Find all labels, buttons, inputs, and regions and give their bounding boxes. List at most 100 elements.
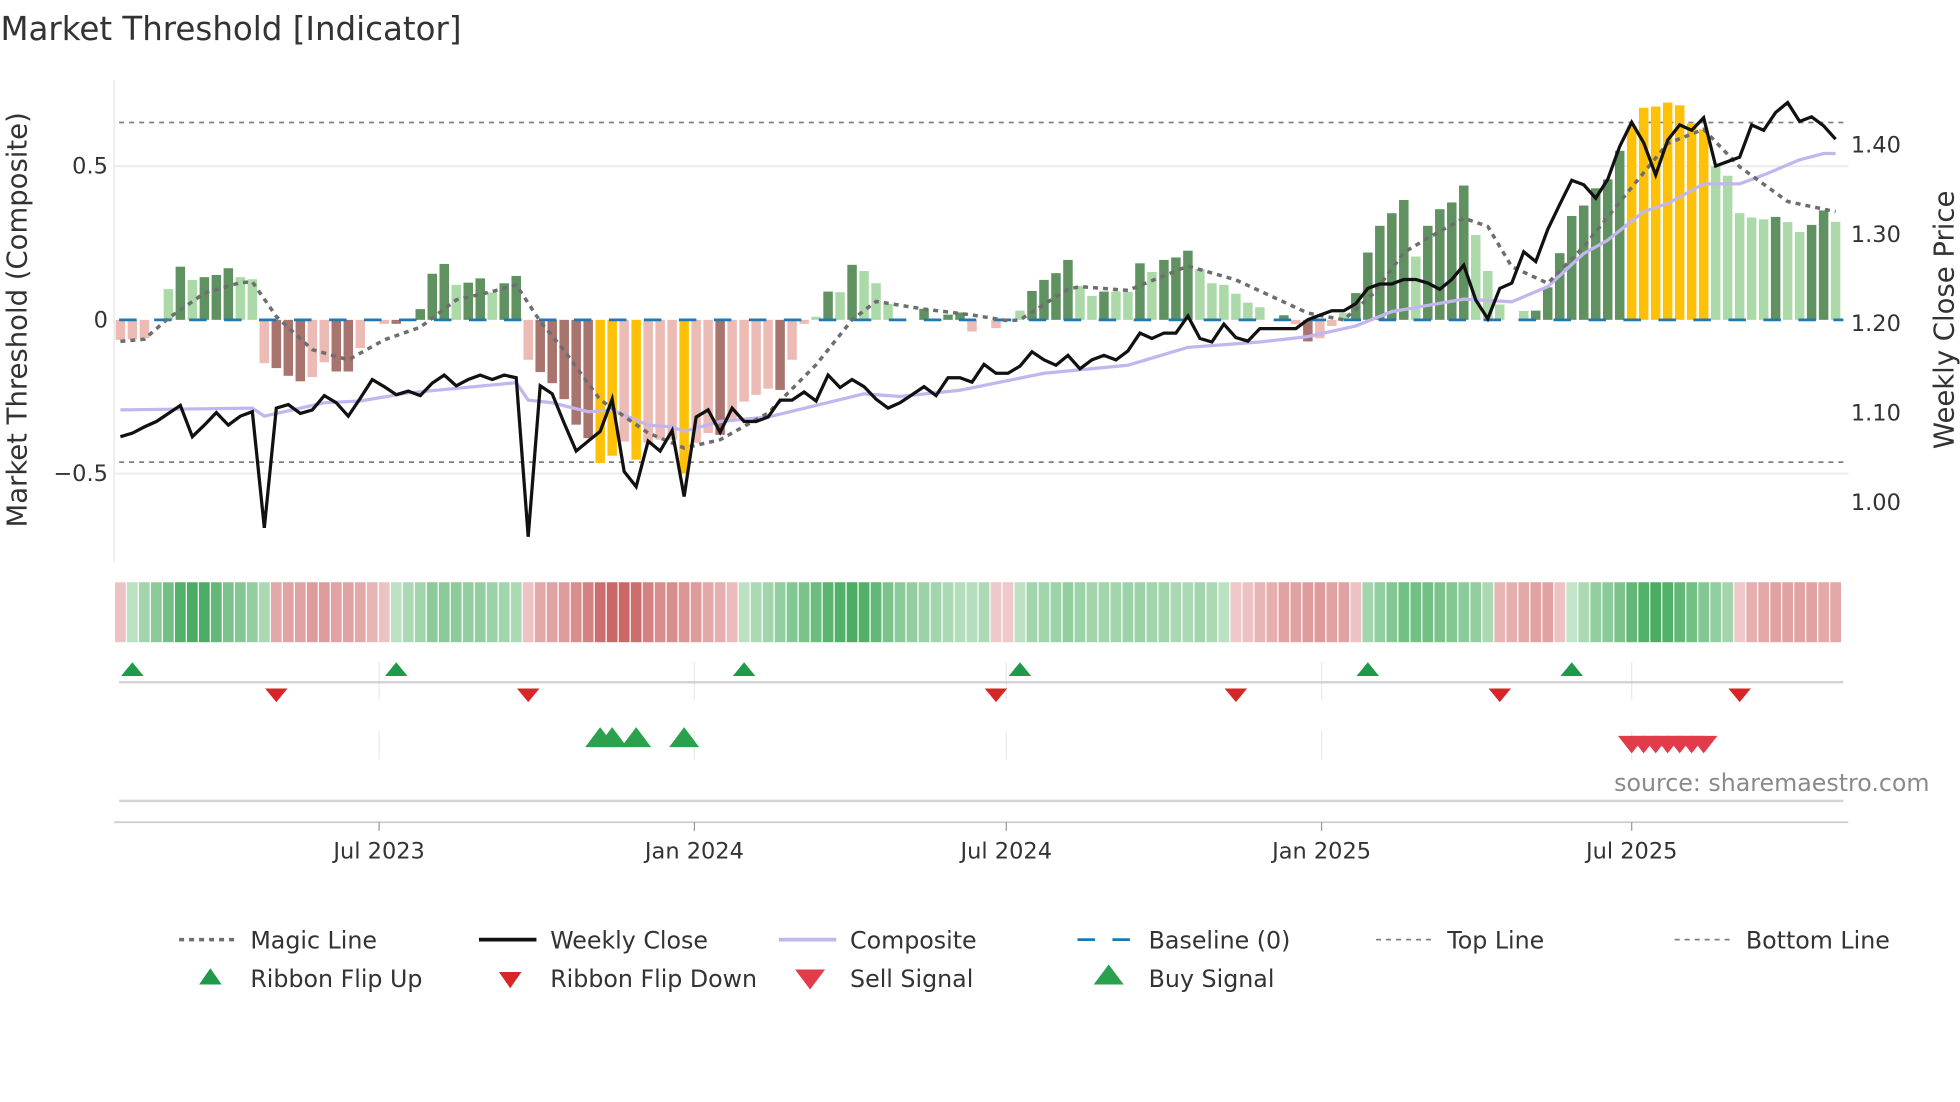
- composite-bar: [427, 273, 437, 320]
- ribbon-cell: [1026, 582, 1038, 643]
- ribbon-cell: [1722, 582, 1734, 643]
- composite-bar: [1650, 106, 1661, 320]
- ribbon-cell: [642, 582, 654, 643]
- ribbon-cell: [1182, 582, 1194, 643]
- ribbon-cell: [1230, 582, 1242, 643]
- right-axis-label: Weekly Close Price: [1928, 191, 1960, 449]
- legend-item-flip_up: Ribbon Flip Up: [199, 965, 422, 993]
- ribbon-cell: [1806, 582, 1817, 643]
- ribbon-cell: [222, 582, 234, 643]
- composite-bar: [343, 319, 354, 372]
- right-tick-label: 1.30: [1851, 222, 1901, 248]
- x-tick-label: Jul 2025: [1584, 838, 1677, 864]
- composite-bar: [1231, 293, 1241, 320]
- legend-label: Magic Line: [250, 926, 377, 954]
- composite-bar: [607, 319, 617, 456]
- magic-line: [120, 127, 1836, 450]
- ribbon-cell: [450, 582, 462, 643]
- ribbon-cell: [774, 582, 786, 643]
- ribbon-cell: [990, 582, 1002, 643]
- ribbon-cell: [750, 582, 762, 643]
- composite-bar: [967, 319, 977, 332]
- ribbon-cell: [1590, 582, 1602, 643]
- ribbon-cell: [798, 582, 810, 643]
- composite-bar: [1794, 231, 1805, 320]
- ribbon-flip-up-marker: [1356, 662, 1380, 676]
- ribbon-cell: [618, 582, 630, 643]
- ribbon-cell: [810, 582, 822, 643]
- x-tick-label: Jan 2025: [1270, 838, 1371, 864]
- ribbon-cell: [354, 582, 366, 643]
- legend-label: Composite: [850, 926, 977, 954]
- ribbon-cell: [1674, 582, 1686, 643]
- composite-bar: [1590, 188, 1601, 320]
- left-tick-label: 0.5: [72, 154, 108, 180]
- ribbon-cell: [1458, 582, 1470, 643]
- ribbon-cell: [1578, 582, 1590, 643]
- ribbon-cell: [1470, 582, 1482, 643]
- ribbon-flip-up-marker: [1560, 662, 1583, 676]
- composite-bar: [1135, 263, 1145, 320]
- ribbon-cell: [1098, 582, 1110, 643]
- ribbon-cell: [1278, 582, 1290, 643]
- composite-bar: [1027, 290, 1037, 320]
- ribbon-cell: [378, 582, 390, 643]
- x-tick-label: Jan 2024: [643, 838, 744, 864]
- composite-bar: [1495, 304, 1505, 320]
- composite-bar: [115, 319, 126, 340]
- ribbon-cell: [654, 582, 666, 643]
- legend-item-top: Top Line: [1376, 926, 1544, 954]
- composite-bar: [355, 319, 366, 349]
- x-tick-label: Jul 2023: [331, 838, 424, 864]
- ribbon-cell: [1158, 582, 1170, 643]
- left-axis-label: Market Threshold (Composite): [2, 112, 34, 527]
- ribbon-cell: [1122, 582, 1134, 643]
- legend-sell-icon: [795, 969, 826, 990]
- legend-item-buy: Buy Signal: [1093, 964, 1274, 993]
- ribbon-cell: [786, 582, 798, 643]
- ribbon-cell: [1242, 582, 1254, 643]
- ribbon-cell: [1530, 582, 1542, 643]
- right-tick-label: 1.00: [1851, 490, 1901, 516]
- legend-label: Ribbon Flip Down: [550, 965, 757, 993]
- ribbon-cell: [906, 582, 918, 643]
- composite-bar: [1686, 123, 1697, 320]
- legend-label: Bottom Line: [1746, 926, 1890, 954]
- ribbon-cell: [558, 582, 570, 643]
- ribbon-cell: [702, 582, 714, 643]
- ribbon-cell: [390, 582, 402, 643]
- composite-bar: [715, 319, 725, 435]
- ribbon-cell: [1542, 582, 1554, 643]
- ribbon-cell: [822, 582, 834, 643]
- ribbon-cell: [510, 582, 522, 643]
- composite-bars: [115, 102, 1844, 474]
- ribbon-cell: [1698, 582, 1710, 643]
- ribbon-cell: [1506, 582, 1518, 643]
- ribbon-cell: [1746, 582, 1758, 643]
- ribbon-cell: [1482, 582, 1494, 643]
- legend-item-bottom: Bottom Line: [1674, 926, 1890, 954]
- composite-bar: [631, 319, 641, 460]
- composite-bar: [535, 319, 545, 373]
- ribbon-cell: [882, 582, 894, 643]
- ribbon-cell: [1650, 582, 1662, 643]
- composite-bar: [1602, 179, 1613, 320]
- x-tick-label: Jul 2024: [959, 838, 1052, 864]
- ribbon-flip-up-marker: [1008, 662, 1032, 676]
- ribbon-cell: [522, 582, 534, 643]
- composite-bar: [187, 279, 198, 320]
- ribbon-cell: [1314, 582, 1326, 643]
- composite-bar: [1111, 291, 1121, 320]
- ribbon-cell: [1014, 582, 1026, 643]
- buy-signal-marker: [621, 727, 652, 748]
- ribbon-cell: [151, 582, 162, 643]
- legend: Magic Line Weekly Close Composite Baseline …: [179, 926, 1890, 993]
- ribbon-cell: [1050, 582, 1062, 643]
- composite-bar: [259, 319, 270, 364]
- composite-bar: [295, 319, 306, 382]
- ribbon-cell: [666, 582, 678, 643]
- composite-bar: [1782, 222, 1793, 320]
- ribbon-cell: [414, 582, 426, 643]
- ribbon-cell: [1830, 582, 1841, 643]
- ribbon-cell: [582, 582, 594, 643]
